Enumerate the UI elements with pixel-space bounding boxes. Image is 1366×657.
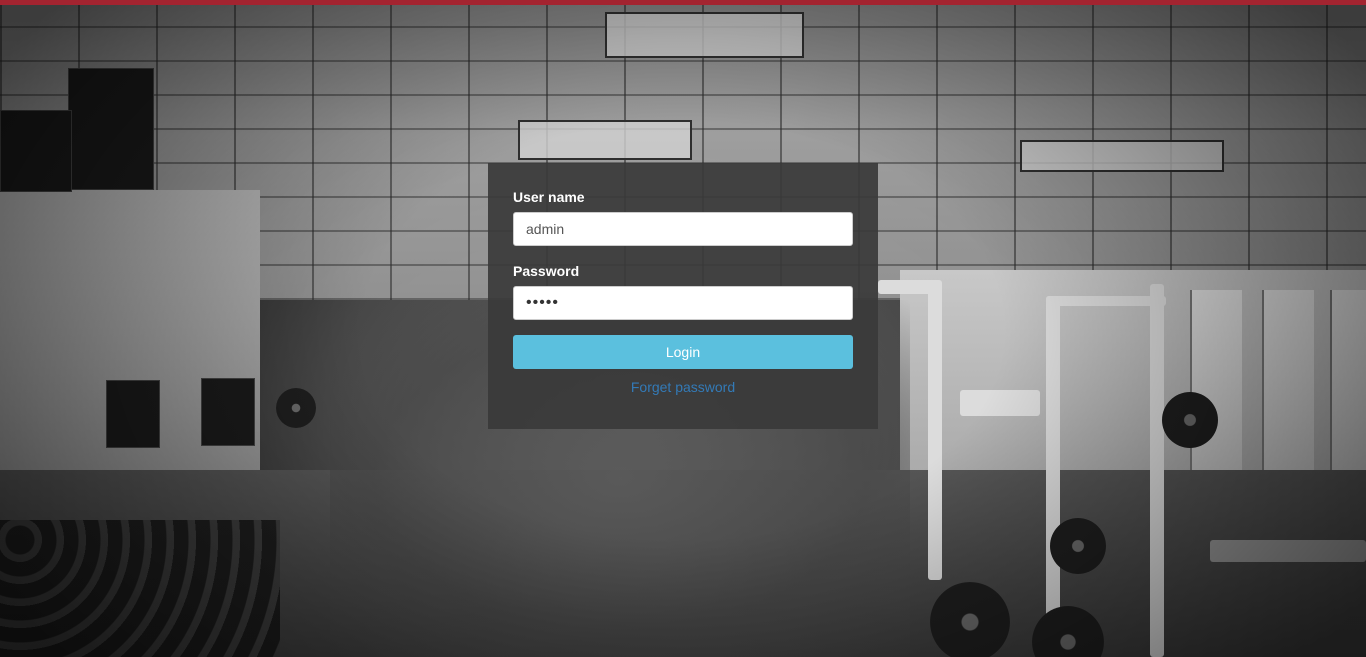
username-input[interactable] — [513, 212, 853, 246]
password-label: Password — [513, 263, 580, 279]
forget-password-link[interactable]: Forget password — [513, 378, 853, 396]
username-label: User name — [513, 189, 585, 205]
login-page: User name Password Login Forget password — [0, 0, 1366, 657]
password-input[interactable] — [513, 286, 853, 320]
login-button[interactable]: Login — [513, 335, 853, 369]
username-group: User name — [513, 189, 853, 246]
login-form: User name Password Login Forget password — [488, 163, 878, 429]
password-group: Password — [513, 263, 853, 320]
top-accent-bar — [0, 0, 1366, 5]
